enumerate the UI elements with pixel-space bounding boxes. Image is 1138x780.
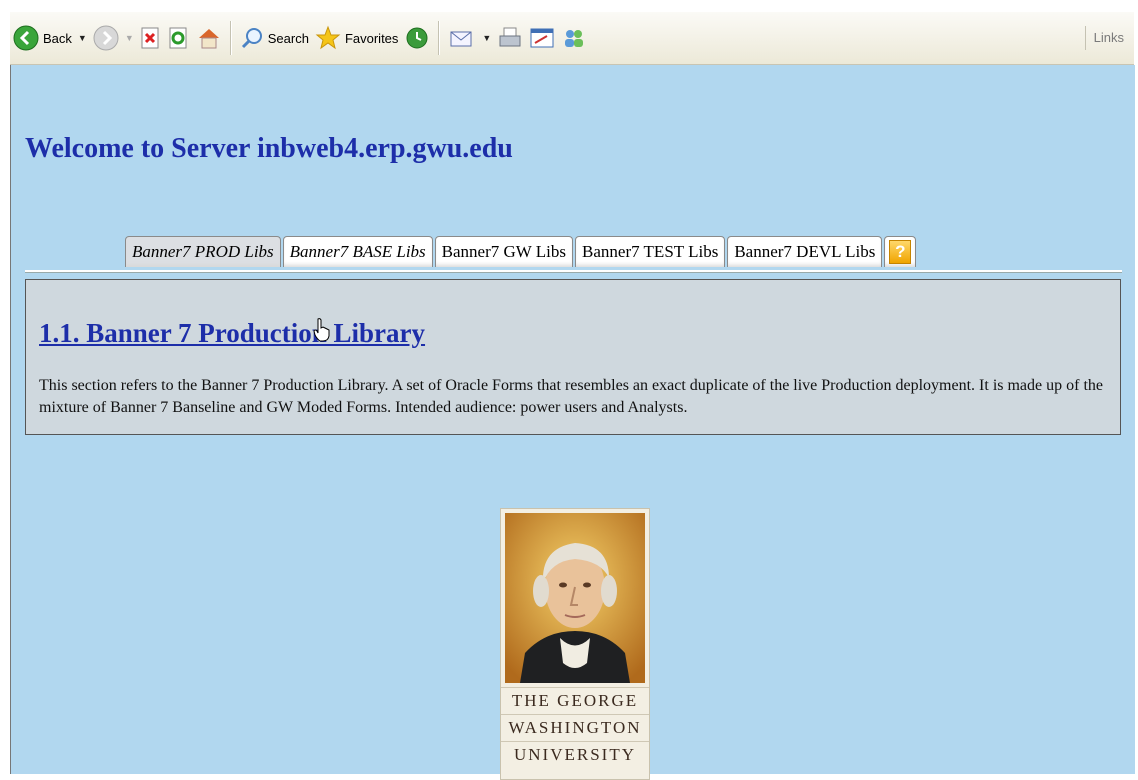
- messenger-button[interactable]: [558, 18, 590, 58]
- search-label: Search: [267, 30, 309, 46]
- toolbar-separator: [229, 21, 232, 55]
- help-icon: ?: [889, 240, 912, 264]
- tab-gw-libs[interactable]: Banner7 GW Libs: [434, 236, 574, 267]
- home-button[interactable]: [193, 18, 225, 58]
- back-button[interactable]: Back ▼: [10, 18, 90, 58]
- browser-toolbar: Back ▼ ▼ Search Favorites ▼ Links: [10, 12, 1134, 65]
- tab-prod-libs[interactable]: Banner7 PROD Libs: [125, 236, 281, 267]
- forward-arrow-icon: [93, 25, 119, 51]
- print-icon: [497, 26, 523, 50]
- page-content: Welcome to Server inbweb4.erp.gwu.edu Ba…: [10, 65, 1135, 780]
- stop-icon: [140, 27, 162, 49]
- forward-dropdown-icon[interactable]: ▼: [125, 33, 134, 43]
- logo-wordmark: THE GEORGE WASHINGTON UNIVERSITY: [501, 687, 649, 768]
- favorites-label: Favorites: [344, 30, 399, 46]
- portrait-image: [505, 513, 645, 683]
- refresh-button[interactable]: [165, 18, 193, 58]
- tab-help[interactable]: ?: [884, 236, 917, 267]
- tab-divider-shadow: [25, 272, 1122, 273]
- university-logo: THE GEORGE WASHINGTON UNIVERSITY: [500, 508, 650, 780]
- edit-icon: [529, 26, 555, 50]
- logo-line: THE GEORGE: [501, 687, 649, 714]
- logo-line: WASHINGTON: [501, 714, 649, 741]
- history-icon: [404, 25, 430, 51]
- mail-icon: [448, 26, 476, 50]
- toolbar-separator: [438, 21, 441, 55]
- links-bar[interactable]: Links: [1084, 26, 1124, 50]
- refresh-icon: [168, 27, 190, 49]
- section-description: This section refers to the Banner 7 Prod…: [39, 377, 1104, 416]
- print-button[interactable]: [494, 18, 526, 58]
- edit-button[interactable]: [526, 18, 558, 58]
- tab-base-libs[interactable]: Banner7 BASE Libs: [282, 236, 433, 267]
- mail-dropdown-icon[interactable]: ▼: [482, 33, 491, 43]
- library-tabs: Banner7 PROD Libs Banner7 BASE Libs Bann…: [125, 236, 918, 267]
- logo-line: UNIVERSITY: [501, 741, 649, 768]
- home-icon: [196, 26, 222, 50]
- forward-button[interactable]: ▼: [90, 18, 137, 58]
- back-arrow-icon: [13, 25, 39, 51]
- tab-devl-libs[interactable]: Banner7 DEVL Libs: [727, 236, 883, 267]
- hand-cursor-icon: [313, 318, 330, 342]
- favorites-button[interactable]: Favorites: [312, 18, 401, 58]
- back-label: Back: [43, 30, 72, 46]
- search-icon: [240, 26, 264, 50]
- favorites-star-icon: [315, 25, 341, 51]
- history-button[interactable]: [401, 18, 433, 58]
- tab-test-libs[interactable]: Banner7 TEST Libs: [575, 236, 726, 267]
- search-button[interactable]: Search: [237, 18, 312, 58]
- messenger-icon: [561, 26, 587, 50]
- mail-button[interactable]: ▼: [445, 18, 494, 58]
- stop-button[interactable]: [137, 18, 165, 58]
- back-dropdown-icon[interactable]: ▼: [78, 33, 87, 43]
- welcome-heading: Welcome to Server inbweb4.erp.gwu.edu: [25, 133, 513, 164]
- section-title-link[interactable]: 1.1. Banner 7 Production Library: [39, 318, 425, 349]
- section-panel: 1.1. Banner 7 Production Library This se…: [25, 279, 1121, 435]
